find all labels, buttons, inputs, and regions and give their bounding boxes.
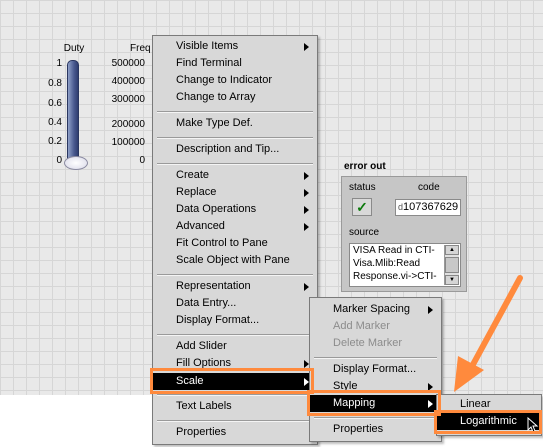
duty-tick: 0.4 (48, 117, 62, 128)
submenu-arrow-icon (304, 43, 309, 51)
duty-slider-track[interactable] (67, 60, 79, 168)
scroll-up-icon[interactable]: ▲ (445, 245, 459, 255)
menu-item-display-format[interactable]: Display Format... (153, 312, 317, 329)
frequency-tick: 100000 (111, 137, 145, 148)
menu-separator (157, 163, 313, 165)
menu-item-fit-control-to-pane[interactable]: Fit Control to Pane (153, 235, 317, 252)
menu-separator (157, 111, 313, 113)
menu-item-delete-marker: Delete Marker (333, 337, 403, 349)
code-value: 107367629 (403, 201, 459, 213)
menu-item-advanced[interactable]: Advanced (153, 218, 317, 235)
menu-item-description-and-tip[interactable]: Description and Tip... (153, 141, 317, 158)
menu-separator (314, 417, 437, 419)
duty-tick: 1 (56, 58, 62, 69)
mapping-highlight-box (307, 390, 441, 416)
error-out-title: error out (344, 161, 386, 172)
annotation-arrow-icon (454, 275, 523, 392)
frequency-tick: 400000 (111, 76, 145, 87)
menu-item-replace[interactable]: Replace (153, 184, 317, 201)
menu-item-data-operations[interactable]: Data Operations (153, 201, 317, 218)
code-label: code (418, 182, 440, 193)
scale-highlight-box (150, 368, 314, 394)
frequency-label: Freq (130, 43, 151, 54)
duty-tick: 0.2 (48, 136, 62, 147)
frequency-tick: 0 (139, 155, 145, 166)
duty-label: Duty (63, 43, 85, 54)
code-field[interactable]: d107367629 (395, 199, 461, 216)
menu-item-change-to-array[interactable]: Change to Array (153, 89, 317, 106)
menu-item-add-marker: Add Marker (333, 320, 390, 332)
submenu-arrow-icon (304, 172, 309, 180)
source-label: source (349, 227, 380, 238)
status-label: status (349, 182, 376, 193)
duty-slider-thumb[interactable] (64, 156, 88, 170)
duty-tick: 0.8 (48, 78, 62, 89)
submenu-arrow-icon (304, 189, 309, 197)
menu-item-representation[interactable]: Representation (153, 278, 317, 295)
frequency-tick: 200000 (111, 119, 145, 130)
logarithmic-highlight-box (434, 410, 542, 434)
frequency-tick: 300000 (111, 94, 145, 105)
menu-separator (157, 274, 313, 276)
menu-item-data-entry[interactable]: Data Entry... (153, 295, 317, 312)
submenu-arrow-icon (304, 206, 309, 214)
menu-separator (157, 137, 313, 139)
checkmark-icon: ✓ (356, 199, 368, 215)
duty-tick: 0 (56, 155, 62, 166)
menu-item-change-to-indicator[interactable]: Change to Indicator (153, 72, 317, 89)
duty-tick: 0.6 (48, 98, 62, 109)
menu-item-make-type-def[interactable]: Make Type Def. (153, 115, 317, 132)
menu-item-scale-object-with-pane[interactable]: Scale Object with Pane (153, 252, 317, 269)
menu-separator (157, 334, 313, 336)
menu-item-find-terminal[interactable]: Find Terminal (153, 55, 317, 72)
frequency-tick: 500000 (111, 58, 145, 69)
submenu-arrow-icon (428, 306, 433, 314)
menu-separator (314, 357, 437, 359)
scale-submenu: Marker Spacing Add Marker Delete Marker … (309, 297, 442, 442)
menu-item-properties[interactable]: Properties (310, 421, 441, 438)
menu-item-display-format[interactable]: Display Format... (310, 361, 441, 378)
submenu-arrow-icon (304, 223, 309, 231)
menu-item-visible-items[interactable]: Visible Items (153, 38, 317, 55)
menu-item-add-slider[interactable]: Add Slider (153, 338, 317, 355)
submenu-arrow-icon (304, 283, 309, 291)
menu-item-text-labels[interactable]: Text Labels (153, 398, 317, 415)
menu-separator (157, 394, 313, 396)
menu-item-marker-spacing[interactable]: Marker Spacing (310, 301, 441, 318)
menu-item-create[interactable]: Create (153, 167, 317, 184)
menu-separator (157, 420, 313, 422)
menu-item-properties[interactable]: Properties (153, 424, 317, 441)
status-indicator[interactable]: ✓ (352, 198, 372, 216)
